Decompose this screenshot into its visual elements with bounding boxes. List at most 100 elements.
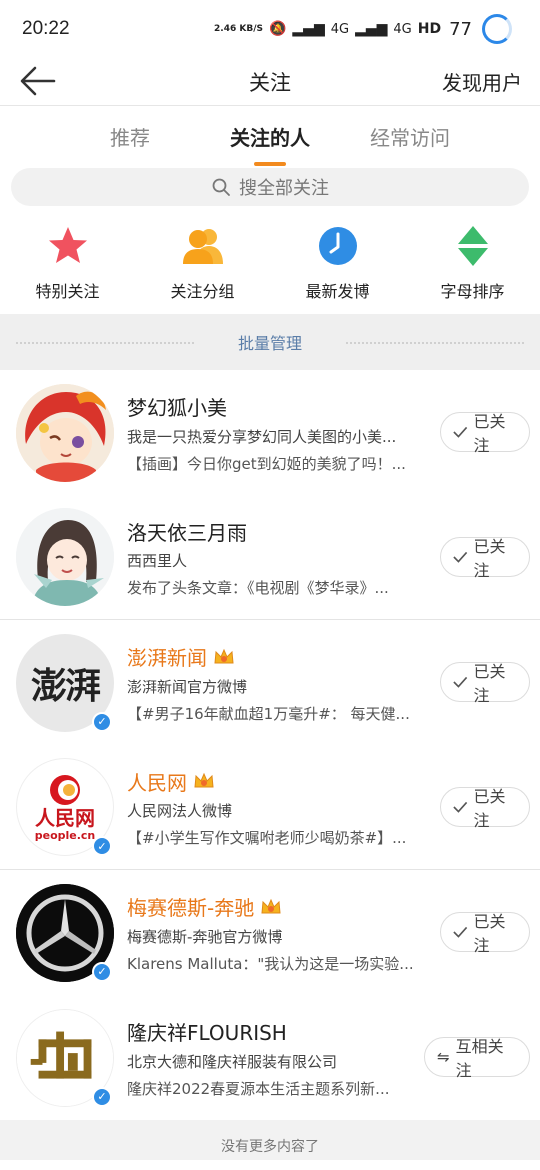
avatar[interactable]: 澎湃 ✓ (16, 633, 114, 732)
discover-users-button[interactable]: 发现用户 (442, 67, 522, 96)
avatar[interactable] (16, 383, 114, 482)
status-bar: 20:22 2.46 KB/S 🔕 ▂▄▆ 4G ▂▄▆ 4G HD 77 (0, 0, 540, 58)
user-desc: 西西里人 (127, 552, 188, 570)
verified-badge-icon: ✓ (92, 836, 112, 856)
followed-button-label: 已关注 (473, 662, 506, 705)
sort-icon (457, 226, 488, 266)
user-desc: 梅赛德斯-奔驰官方微博 (127, 927, 283, 946)
followed-button[interactable]: 已关注 (440, 787, 530, 830)
mutual-arrows-icon: ⇋ (437, 1048, 450, 1066)
avatar[interactable] (16, 508, 114, 606)
verified-badge-icon: ✓ (92, 711, 112, 732)
user-name-text: 人民网 (127, 770, 187, 795)
user-latest-post[interactable]: Klarens Malluta："我认为这是一场实验... (127, 953, 432, 974)
title-bar: 关注 发现用户 (0, 58, 540, 106)
signal-label-2: 4G (393, 21, 412, 37)
followed-button[interactable]: 已关注 (440, 412, 530, 455)
followed-button-label: 已关注 (473, 787, 506, 830)
user-latest-post[interactable]: 发布了头条文章：《电视剧《梦华录》... (127, 577, 432, 598)
group-icon (182, 229, 223, 264)
user-desc: 我是一只热爱分享梦幻同人美图的小美... (127, 427, 397, 446)
divider-dots-right (346, 342, 524, 344)
user-desc: 北京大德和隆庆祥服装有限公司 (127, 1052, 338, 1071)
signal-icon-2: ▂▄▆ (355, 21, 388, 37)
avatar[interactable]: 人民网 people.cn ✓ (16, 758, 114, 856)
user-name-text: 洛天依三月雨 (127, 520, 247, 545)
list-item[interactable]: 人民网 people.cn ✓ 人民网 人民网法人微博 【#小学生写作文嘱咐老师… (0, 745, 540, 870)
avatar-anime-girl-image (16, 508, 114, 606)
tab-recommend[interactable]: 推荐 (60, 106, 200, 168)
batch-manage-button[interactable]: 批量管理 (238, 330, 302, 354)
followed-button-label: 已关注 (473, 912, 506, 955)
people-logo-text: 人民网 (35, 805, 95, 830)
star-icon (48, 227, 87, 263)
shortcut-label: 字母排序 (440, 282, 505, 301)
check-icon (453, 676, 468, 688)
signal-icon-1: ▂▄▆ (292, 21, 325, 37)
vip-crown-icon (261, 898, 281, 913)
followed-button[interactable]: 已关注 (440, 537, 530, 580)
user-name-text: 梦幻狐小美 (127, 396, 227, 420)
user-name-text: 澎湃新闻 (127, 646, 207, 670)
people-daily-logo-icon (50, 774, 80, 805)
vip-crown-icon (194, 772, 214, 788)
list-item[interactable]: 洛天依三月雨 西西里人 发布了头条文章：《电视剧《梦华录》... 已关注 (0, 495, 540, 620)
net-speed: 2.46 KB/S (214, 23, 263, 34)
followed-button[interactable]: 已关注 (440, 912, 530, 955)
user-latest-post[interactable]: 隆庆祥2022春夏源本生活主题系列新... (127, 1078, 417, 1099)
clock-icon (318, 227, 357, 265)
shortcut-label: 最新发博 (305, 282, 370, 301)
tab-following[interactable]: 关注的人 (200, 106, 340, 168)
check-icon (453, 801, 468, 813)
shortcut-alpha-sort[interactable]: 字母排序 (408, 224, 538, 302)
hd-label: HD (417, 21, 442, 37)
mutual-follow-button[interactable]: ⇋ 互相关注 (424, 1037, 530, 1080)
list-item[interactable]: ✓ 梅赛德斯-奔驰 梅赛德斯-奔驰官方微博 Klarens Malluta："我… (0, 870, 540, 995)
search-placeholder: 搜全部关注 (239, 178, 329, 199)
followed-button[interactable]: 已关注 (440, 662, 530, 705)
user-name-text: 梅赛德斯-奔驰 (127, 896, 255, 920)
battery-level: 77 (449, 18, 472, 40)
shortcut-label: 关注分组 (170, 282, 235, 301)
status-time: 20:22 (22, 18, 70, 39)
list-item[interactable]: ✓ 隆庆祥FLOURISH 北京大德和隆庆祥服装有限公司 隆庆祥2022春夏源本… (0, 995, 540, 1120)
followed-button-label: 已关注 (473, 537, 506, 580)
pengpai-logo-text: 澎湃 (30, 664, 101, 707)
mute-icon: 🔕 (268, 21, 287, 37)
user-latest-post[interactable]: 【#小学生写作文嘱咐老师少喝奶茶#】... (127, 827, 432, 848)
check-icon (453, 926, 468, 938)
avatar[interactable]: ✓ (16, 1008, 114, 1107)
avatar[interactable]: ✓ (16, 883, 114, 982)
user-latest-post[interactable]: 【插画】今日你get到幻姬的美貌了吗！... (127, 453, 432, 474)
tab-bar: 推荐 关注的人 经常访问 (0, 106, 540, 168)
avatar-fox-girl-image (16, 383, 114, 482)
followed-button-label: 已关注 (473, 412, 506, 455)
follow-list: 梦幻狐小美 我是一只热爱分享梦幻同人美图的小美... 【插画】今日你get到幻姬… (0, 370, 540, 1120)
user-desc: 澎湃新闻官方微博 (127, 677, 248, 696)
list-item[interactable]: 梦幻狐小美 我是一只热爱分享梦幻同人美图的小美... 【插画】今日你get到幻姬… (0, 370, 540, 495)
user-latest-post[interactable]: 【#男子16年献血超1万毫升#： 每天健... (127, 703, 432, 724)
shortcut-latest-post[interactable]: 最新发博 (273, 224, 403, 302)
vip-crown-icon (214, 648, 234, 663)
shortcut-label: 特别关注 (35, 282, 100, 301)
search-icon (212, 178, 230, 196)
shortcut-groups[interactable]: 关注分组 (138, 224, 268, 302)
status-icons: 2.46 KB/S 🔕 ▂▄▆ 4G ▂▄▆ 4G HD 77 (214, 14, 512, 44)
check-icon (453, 426, 468, 438)
list-end-footer: 没有更多内容了 (0, 1120, 540, 1160)
list-item[interactable]: 澎湃 ✓ 澎湃新闻 澎湃新闻官方微博 【#男子16年献血超1万毫升#： 每天健.… (0, 620, 540, 745)
search-input[interactable]: 搜全部关注 (11, 168, 529, 206)
signal-label-1: 4G (330, 21, 350, 37)
check-icon (453, 551, 468, 563)
user-name-text: 隆庆祥FLOURISH (127, 1021, 287, 1045)
divider-dots-left (16, 342, 194, 344)
mutual-follow-label: 互相关注 (455, 1037, 504, 1080)
verified-badge-icon: ✓ (92, 961, 112, 982)
tab-frequent[interactable]: 经常访问 (340, 106, 480, 168)
shortcut-row: 特别关注 关注分组 最新发博 字母排序 (0, 206, 540, 314)
batch-manage-bar: 批量管理 (0, 314, 540, 370)
user-desc: 人民网法人微博 (127, 802, 233, 820)
people-logo-url: people.cn (34, 828, 96, 842)
verified-badge-icon: ✓ (92, 1086, 112, 1107)
shortcut-special-follow[interactable]: 特别关注 (3, 224, 133, 302)
